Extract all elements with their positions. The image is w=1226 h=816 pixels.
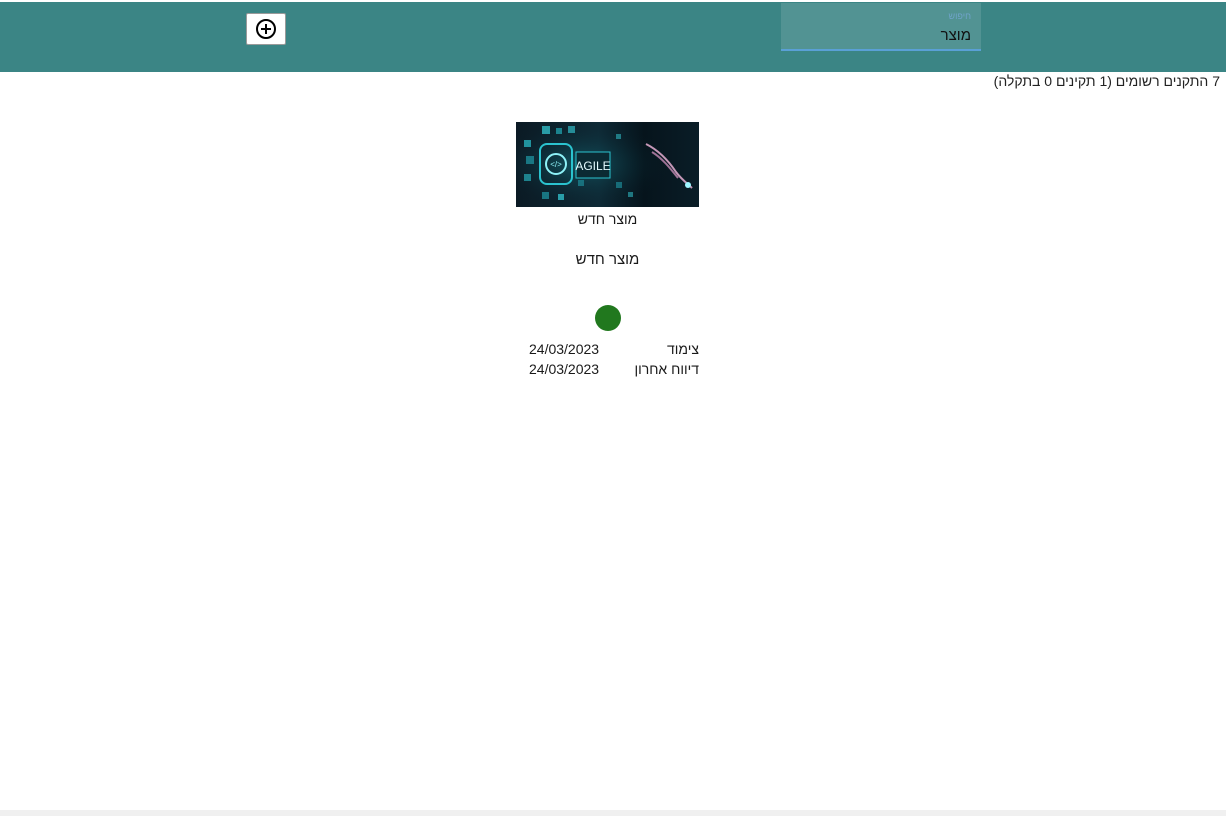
bottom-bar xyxy=(0,810,1226,816)
search-input[interactable] xyxy=(791,25,971,45)
add-device-button[interactable] xyxy=(246,13,286,45)
agile-illustration: </> AGILE xyxy=(516,122,699,207)
info-value: 24/03/2023 xyxy=(529,361,600,377)
svg-text:</>: </> xyxy=(550,160,562,169)
device-image: </> AGILE xyxy=(516,122,699,207)
top-bar: חיפוש xyxy=(0,2,1226,72)
info-row-pairing: צימוד 24/03/2023 xyxy=(516,339,699,359)
device-card[interactable]: </> AGILE מוצר חדש מוצר חדש צימוד 24/03/… xyxy=(516,122,699,379)
info-label: צימוד xyxy=(667,341,699,357)
image-caption: מוצר חדש xyxy=(577,211,638,227)
device-info: צימוד 24/03/2023 דיווח אחרון 24/03/2023 xyxy=(516,339,699,379)
plus-circle-icon xyxy=(256,19,276,39)
search-field[interactable]: חיפוש xyxy=(781,3,981,51)
info-label: דיווח אחרון xyxy=(634,361,699,377)
info-row-last-report: דיווח אחרון 24/03/2023 xyxy=(516,359,699,379)
device-title: מוצר חדש xyxy=(575,251,640,268)
svg-text:AGILE: AGILE xyxy=(575,159,610,173)
search-label: חיפוש xyxy=(948,11,971,21)
status-indicator xyxy=(594,305,621,331)
devices-summary: 7 התקנים רשומים (1 תקינים 0 בתקלה) xyxy=(993,73,1220,89)
info-value: 24/03/2023 xyxy=(529,341,600,357)
